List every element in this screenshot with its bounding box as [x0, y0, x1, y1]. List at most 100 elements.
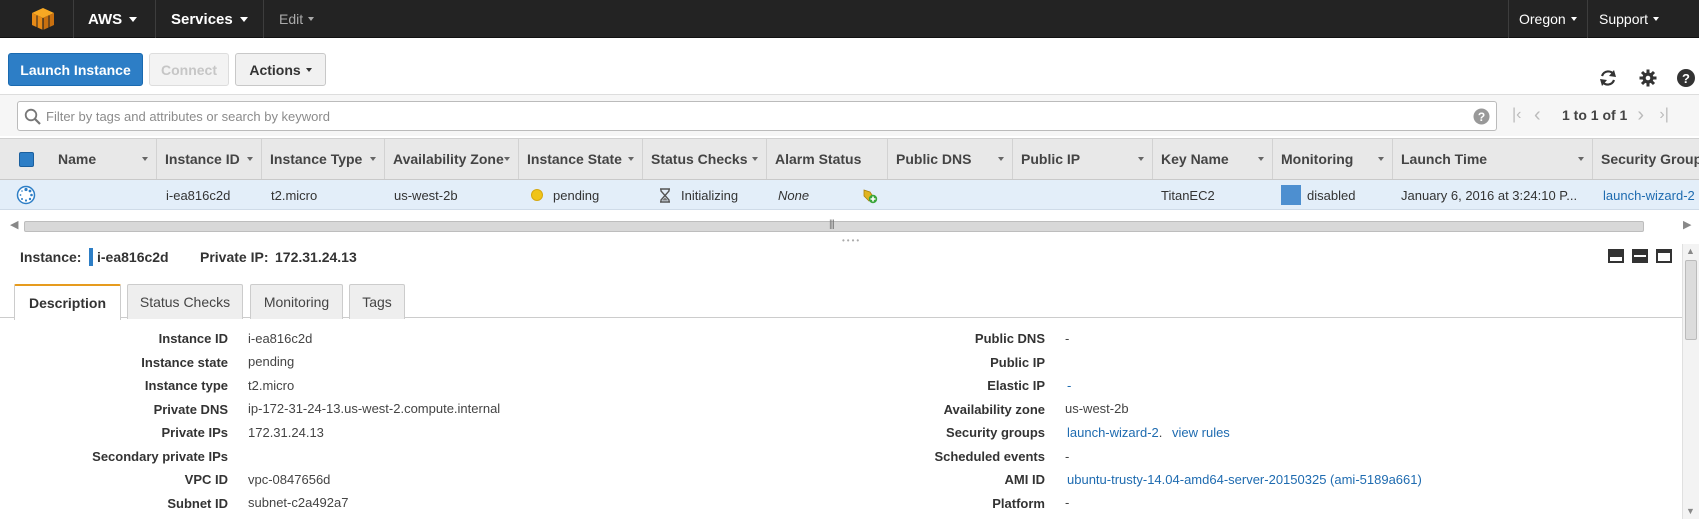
- col-label: Name: [58, 151, 97, 167]
- search-input[interactable]: [46, 107, 1446, 125]
- help-icon[interactable]: ?: [1676, 68, 1696, 88]
- cell-status-checks: Initializing: [659, 180, 738, 210]
- region-menu[interactable]: Oregon: [1519, 0, 1577, 38]
- help-icon[interactable]: ?: [1473, 108, 1490, 125]
- layout-bottom-icon[interactable]: [1608, 249, 1624, 263]
- next-page-icon[interactable]: ›: [1637, 104, 1659, 127]
- col-launch-time[interactable]: Launch Time: [1393, 139, 1593, 179]
- sort-icon: [247, 157, 253, 161]
- field-value: -: [1065, 449, 1070, 464]
- instance-label: Instance:: [20, 249, 82, 265]
- aws-menu[interactable]: AWS: [88, 0, 138, 38]
- cell-availability-zone: us-west-2b: [394, 187, 458, 203]
- aws-cube-logo-icon[interactable]: [30, 6, 56, 32]
- detail-header: Instance: i-ea816c2d Private IP: 172.31.…: [0, 240, 1699, 274]
- col-instance-state[interactable]: Instance State: [519, 139, 643, 179]
- support-menu-label: Support: [1599, 11, 1649, 27]
- scroll-right-icon[interactable]: ▶: [1683, 218, 1691, 231]
- field-label: Public IP: [990, 355, 1045, 370]
- support-menu[interactable]: Support: [1599, 0, 1660, 38]
- layout-split-icon[interactable]: [1632, 249, 1648, 263]
- field-value: vpc-0847656d: [248, 472, 331, 487]
- tab-status-checks[interactable]: Status Checks: [127, 284, 243, 319]
- field-value: us-west-2b: [1065, 401, 1129, 416]
- field-label: Private IPs: [161, 425, 229, 440]
- separator-dot: .: [1158, 425, 1163, 440]
- field-value: 172.31.24.13: [248, 425, 324, 440]
- create-alarm-icon[interactable]: [861, 187, 878, 204]
- horizontal-scrollbar[interactable]: ◀ ||| ▶: [0, 218, 1699, 235]
- scroll-thumb[interactable]: [24, 221, 1644, 232]
- search-box[interactable]: ?: [17, 101, 1497, 131]
- col-alarm-status[interactable]: Alarm Status: [767, 139, 888, 179]
- actions-button[interactable]: Actions: [235, 53, 326, 86]
- elastic-ip-value[interactable]: -: [1067, 378, 1071, 393]
- scroll-up-icon[interactable]: ▲: [1686, 246, 1695, 256]
- first-page-icon[interactable]: |‹: [1512, 106, 1534, 124]
- sort-icon: [628, 157, 634, 161]
- prev-page-icon[interactable]: ‹: [1534, 104, 1556, 127]
- scroll-left-icon[interactable]: ◀: [10, 218, 18, 231]
- field-value: i-ea816c2d: [248, 331, 313, 346]
- col-name[interactable]: Name: [50, 139, 157, 179]
- region-menu-label: Oregon: [1519, 11, 1566, 27]
- gear-icon[interactable]: [1638, 68, 1658, 88]
- field-label: Secondary private IPs: [92, 449, 228, 464]
- top-nav-bar: AWS Services Edit Oregon Support: [0, 0, 1699, 38]
- svg-text:?: ?: [1682, 71, 1690, 86]
- sort-icon: [1578, 157, 1584, 161]
- field-value: -: [1065, 331, 1070, 346]
- col-public-ip[interactable]: Public IP: [1013, 139, 1153, 179]
- launch-instance-button[interactable]: Launch Instance: [8, 53, 143, 86]
- chevron-down-icon: [1570, 17, 1577, 21]
- cell-launch-time: January 6, 2016 at 3:24:10 P...: [1401, 187, 1578, 203]
- field-label: Private DNS: [153, 402, 228, 417]
- col-label: Status Checks: [651, 151, 748, 167]
- cell-instance-type: t2.micro: [271, 187, 318, 203]
- col-public-dns[interactable]: Public DNS: [888, 139, 1013, 179]
- tab-description[interactable]: Description: [14, 284, 121, 320]
- sort-icon: [504, 157, 510, 161]
- last-page-icon[interactable]: ›|: [1659, 106, 1681, 124]
- tab-tags[interactable]: Tags: [349, 284, 405, 319]
- col-key-name[interactable]: Key Name: [1153, 139, 1273, 179]
- field-value: ip-172-31-24-13.us-west-2.compute.intern…: [248, 401, 501, 416]
- col-security-group[interactable]: Security Group: [1593, 139, 1699, 179]
- grip-icon: |||: [829, 219, 835, 230]
- view-rules-link[interactable]: view rules: [1172, 425, 1230, 440]
- toolbar: Launch Instance Connect Actions: [0, 38, 1699, 94]
- services-menu[interactable]: Services: [171, 0, 248, 38]
- col-instance-type[interactable]: Instance Type: [262, 139, 385, 179]
- vertical-scrollbar[interactable]: ▲ ▼: [1682, 244, 1699, 519]
- layout-full-icon[interactable]: [1656, 249, 1672, 263]
- refresh-icon[interactable]: [1598, 68, 1618, 88]
- col-instance-id[interactable]: Instance ID: [157, 139, 262, 179]
- ami-id-link[interactable]: ubuntu-trusty-14.04-amd64-server-2015032…: [1067, 472, 1422, 487]
- sort-icon: [752, 157, 758, 161]
- cell-security-group-link[interactable]: launch-wizard-2: [1603, 180, 1695, 210]
- monitoring-status-icon: [1281, 185, 1301, 205]
- chevron-down-icon: [239, 16, 248, 22]
- tab-monitoring[interactable]: Monitoring: [250, 284, 343, 319]
- field-label: VPC ID: [184, 472, 228, 487]
- chevron-down-icon: [129, 16, 138, 22]
- field-label: Subnet ID: [167, 496, 228, 511]
- scroll-down-icon[interactable]: ▼: [1686, 506, 1695, 516]
- security-group-link[interactable]: launch-wizard-2: [1067, 425, 1159, 440]
- table-row[interactable]: i-ea816c2d t2.micro us-west-2b pending I…: [0, 180, 1699, 210]
- field-label: AMI ID: [1004, 472, 1045, 487]
- connect-button[interactable]: Connect: [149, 53, 229, 86]
- col-status-checks[interactable]: Status Checks: [643, 139, 767, 179]
- pager-text: 1 to 1 of 1: [1562, 107, 1628, 123]
- scroll-thumb[interactable]: [1685, 260, 1697, 340]
- edit-menu[interactable]: Edit: [279, 0, 315, 38]
- cell-instance-id: i-ea816c2d: [166, 187, 231, 203]
- col-label: Instance State: [527, 151, 622, 167]
- field-label: Scheduled events: [934, 449, 1045, 464]
- cell-alarm-status: None: [778, 187, 810, 203]
- instance-state-text: pending: [553, 187, 600, 203]
- col-monitoring[interactable]: Monitoring: [1273, 139, 1393, 179]
- select-all-checkbox[interactable]: [19, 152, 34, 167]
- col-availability-zone[interactable]: Availability Zone: [385, 139, 519, 179]
- sort-icon: [998, 157, 1004, 161]
